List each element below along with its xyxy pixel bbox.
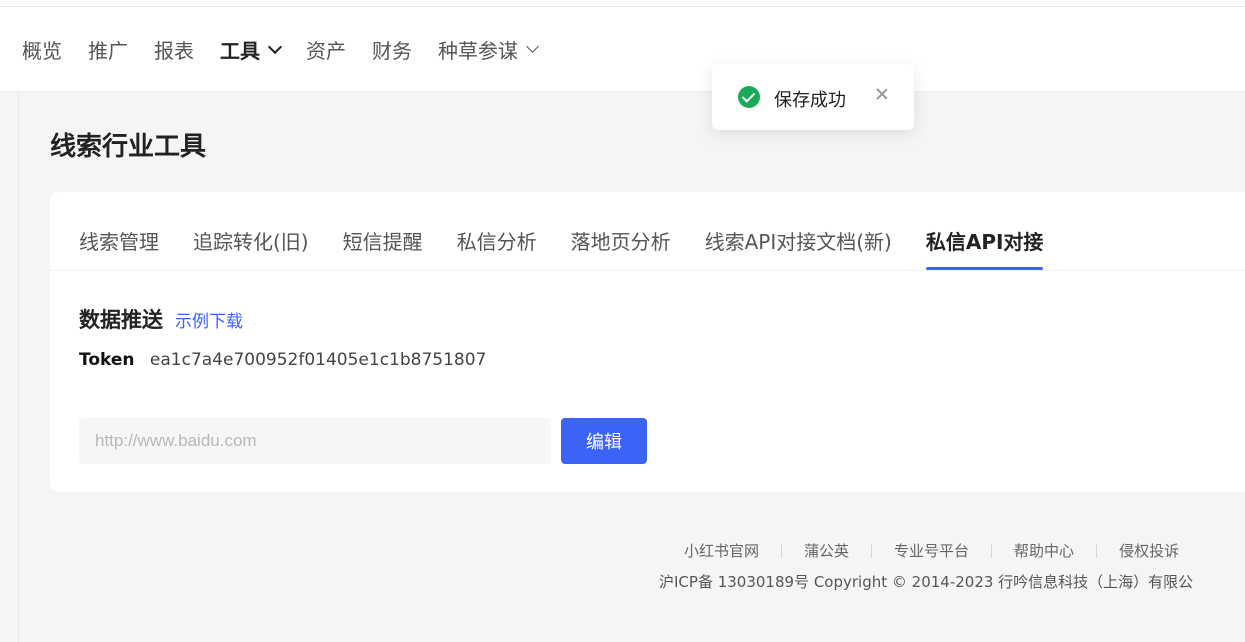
sample-download-link[interactable]: 示例下载 (175, 307, 243, 332)
top-navbar: 概览 推广 报表 工具 资产 财务 种草参谋 (0, 7, 1245, 91)
left-divider (18, 92, 19, 642)
tab-bar: 线索管理 追踪转化(旧) 短信提醒 私信分析 落地页分析 线索API对接文档(新… (50, 192, 1245, 271)
footer-link-infringement[interactable]: 侵权投诉 (1119, 540, 1179, 561)
footer-link-xiaohongshu[interactable]: 小红书官网 (684, 540, 759, 561)
nav-item-label: 报表 (154, 39, 194, 63)
app-root: 概览 推广 报表 工具 资产 财务 种草参谋 线索行业工具 线索管理 追踪转化(… (0, 0, 1245, 642)
success-toast: 保存成功 (712, 64, 914, 130)
nav-item-label: 推广 (88, 39, 128, 63)
footer-link-help-center[interactable]: 帮助中心 (1014, 540, 1074, 561)
tab-lead-management[interactable]: 线索管理 (79, 226, 159, 255)
nav-item-reports[interactable]: 报表 (154, 35, 194, 64)
footer-link-pugongying[interactable]: 蒲公英 (804, 540, 849, 561)
nav-item-tools[interactable]: 工具 (220, 35, 283, 64)
tab-landing-page-analysis[interactable]: 落地页分析 (571, 226, 671, 255)
top-strip (0, 0, 1245, 7)
nav-item-label: 种草参谋 (438, 39, 518, 63)
token-label: Token (79, 350, 135, 370)
close-icon[interactable] (872, 84, 892, 104)
tab-dm-analysis[interactable]: 私信分析 (457, 226, 537, 255)
nav-item-label: 财务 (372, 39, 412, 63)
check-circle-icon (738, 86, 760, 108)
nav-item-assets[interactable]: 资产 (306, 35, 346, 64)
token-value: ea1c7a4e700952f01405e1c1b8751807 (149, 350, 487, 370)
nav-menu: 概览 推广 报表 工具 资产 财务 种草参谋 (22, 35, 563, 64)
section-title: 数据推送 (79, 308, 163, 332)
footer-separator (991, 543, 993, 558)
chevron-down-icon (267, 39, 283, 54)
nav-item-label: 概览 (22, 39, 62, 63)
nav-item-finance[interactable]: 财务 (372, 35, 412, 64)
tab-dm-api-integration[interactable]: 私信API对接 (925, 226, 1043, 270)
copyright-text: 沪ICP备 13030189号 Copyright © 2014-2023 行吟… (659, 573, 1194, 591)
tool-card: 线索管理 追踪转化(旧) 短信提醒 私信分析 落地页分析 线索API对接文档(新… (50, 192, 1245, 492)
tab-list: 线索管理 追踪转化(旧) 短信提醒 私信分析 落地页分析 线索API对接文档(新… (79, 226, 1077, 270)
footer-links: 小红书官网 蒲公英 专业号平台 帮助中心 侵权投诉 (684, 540, 1179, 561)
footer-separator (1096, 543, 1098, 558)
page-title: 线索行业工具 (50, 132, 207, 162)
nav-item-label: 工具 (220, 39, 260, 63)
token-row: Token ea1c7a4e700952f01405e1c1b8751807 (79, 350, 486, 370)
tab-sms-reminder[interactable]: 短信提醒 (343, 226, 423, 255)
edit-button[interactable]: 编辑 (561, 418, 647, 464)
toast-message: 保存成功 (774, 90, 846, 111)
footer-link-pro-platform[interactable]: 专业号平台 (894, 540, 969, 561)
push-url-input[interactable] (79, 418, 551, 464)
chevron-down-icon (526, 40, 539, 53)
data-push-header: 数据推送 示例下载 (79, 304, 243, 334)
footer-separator (871, 543, 873, 558)
nav-item-overview[interactable]: 概览 (22, 35, 62, 64)
nav-item-label: 资产 (306, 39, 346, 63)
nav-item-promotion[interactable]: 推广 (88, 35, 128, 64)
tab-lead-api-docs-new[interactable]: 线索API对接文档(新) (705, 226, 892, 255)
footer-separator (781, 543, 783, 558)
nav-item-seeding-advisor[interactable]: 种草参谋 (438, 35, 539, 64)
tab-tracking-conversion-old[interactable]: 追踪转化(旧) (193, 226, 309, 255)
